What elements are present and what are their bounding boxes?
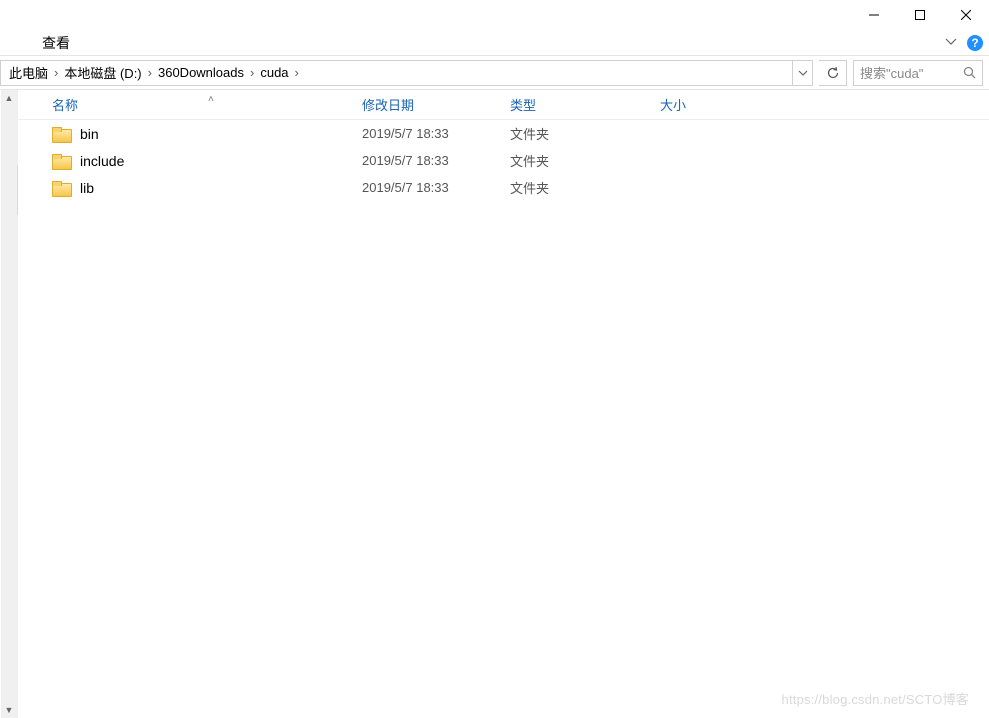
file-date: 2019/5/7 18:33 — [348, 153, 496, 168]
breadcrumb-seg-3[interactable]: cuda — [256, 65, 292, 80]
breadcrumb-sep[interactable]: › — [293, 65, 301, 80]
breadcrumb-seg-2[interactable]: 360Downloads — [154, 65, 248, 80]
breadcrumb-sep[interactable]: › — [146, 65, 154, 80]
nav-scrollbar[interactable]: ▲ ▼ — [1, 90, 17, 718]
column-header-name-label: 名称 — [52, 95, 78, 114]
search-icon — [963, 66, 976, 79]
minimize-icon — [869, 10, 879, 20]
column-header-type[interactable]: 类型 — [496, 90, 646, 119]
file-date: 2019/5/7 18:33 — [348, 180, 496, 195]
maximize-icon — [915, 10, 925, 20]
file-row[interactable]: bin 2019/5/7 18:33 文件夹 — [18, 120, 989, 147]
refresh-button[interactable] — [819, 60, 847, 86]
ribbon-expand-button[interactable] — [945, 34, 957, 52]
search-placeholder: 搜索"cuda" — [860, 63, 957, 82]
file-row[interactable]: include 2019/5/7 18:33 文件夹 — [18, 147, 989, 174]
file-date: 2019/5/7 18:33 — [348, 126, 496, 141]
column-headers: 名称 ˄ 修改日期 类型 大小 — [18, 90, 989, 120]
file-list-pane: 名称 ˄ 修改日期 类型 大小 bin 2019/5/7 18:33 文件夹 i… — [18, 90, 989, 718]
file-type: 文件夹 — [496, 151, 646, 170]
address-bar: 此电脑 › 本地磁盘 (D:) › 360Downloads › cuda › … — [0, 56, 989, 90]
file-name: lib — [80, 180, 94, 196]
sort-indicator-icon: ˄ — [208, 94, 214, 105]
breadcrumb-sep[interactable]: › — [248, 65, 256, 80]
folder-icon — [52, 181, 70, 195]
close-icon — [961, 10, 971, 20]
folder-icon — [52, 127, 70, 141]
chevron-down-icon — [945, 35, 957, 47]
breadcrumb-history-dropdown[interactable] — [792, 61, 812, 85]
maximize-button[interactable] — [897, 0, 943, 30]
close-button[interactable] — [943, 0, 989, 30]
file-type: 文件夹 — [496, 124, 646, 143]
navigation-pane-edge: ▲ ▼ — [0, 90, 18, 718]
file-name: include — [80, 153, 124, 169]
chevron-down-icon — [798, 68, 808, 78]
folder-icon — [52, 154, 70, 168]
column-header-date[interactable]: 修改日期 — [348, 90, 496, 119]
refresh-icon — [826, 66, 840, 80]
breadcrumb-sep[interactable]: › — [52, 65, 60, 80]
ribbon-tab-view[interactable]: 查看 — [34, 33, 78, 53]
search-input[interactable]: 搜索"cuda" — [853, 60, 983, 86]
minimize-button[interactable] — [851, 0, 897, 30]
help-button[interactable]: ? — [967, 35, 983, 51]
breadcrumb[interactable]: 此电脑 › 本地磁盘 (D:) › 360Downloads › cuda › — [0, 60, 813, 86]
file-row[interactable]: lib 2019/5/7 18:33 文件夹 — [18, 174, 989, 201]
scroll-up-icon[interactable]: ▲ — [1, 90, 17, 106]
main-content: ▲ ▼ 名称 ˄ 修改日期 类型 大小 bin 2019/5/7 18:33 文… — [0, 90, 989, 718]
file-type: 文件夹 — [496, 178, 646, 197]
column-header-name[interactable]: 名称 ˄ — [18, 90, 348, 119]
file-name: bin — [80, 126, 99, 142]
breadcrumb-seg-0[interactable]: 此电脑 — [5, 63, 52, 82]
scroll-down-icon[interactable]: ▼ — [1, 702, 17, 718]
breadcrumb-seg-1[interactable]: 本地磁盘 (D:) — [60, 63, 145, 82]
window-titlebar — [0, 0, 989, 30]
file-rows: bin 2019/5/7 18:33 文件夹 include 2019/5/7 … — [18, 120, 989, 201]
column-header-size[interactable]: 大小 — [646, 90, 746, 119]
ribbon-tabs: 查看 ? — [0, 30, 989, 56]
